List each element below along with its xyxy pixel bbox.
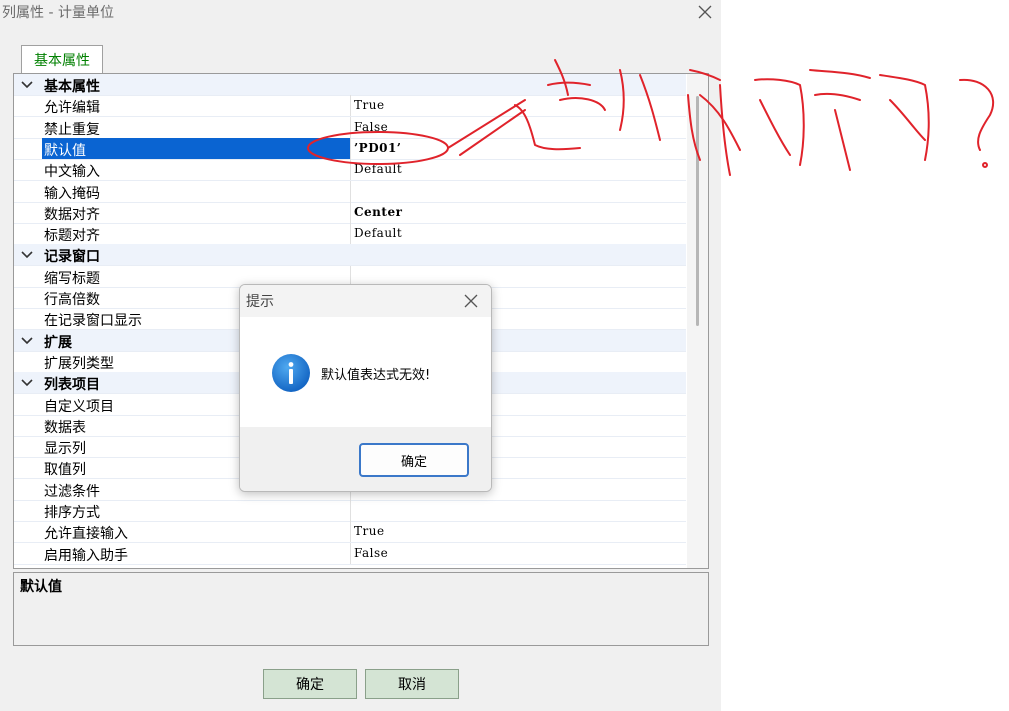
property-value[interactable]: Center <box>354 205 402 219</box>
column-separator <box>350 521 351 543</box>
property-row[interactable]: 允许编辑 True <box>14 95 686 118</box>
column-separator <box>350 500 351 521</box>
property-name: 取值列 <box>44 462 86 479</box>
property-name: 输入掩码 <box>44 185 100 202</box>
property-row[interactable]: 标题对齐 Default <box>14 223 686 246</box>
close-icon <box>464 294 478 308</box>
vertical-scrollbar[interactable] <box>687 74 708 568</box>
category-label: 记录窗口 <box>44 249 100 266</box>
window-close-button[interactable] <box>692 0 718 24</box>
tab-basic-properties[interactable]: 基本属性 <box>21 45 103 73</box>
property-name: 扩展列类型 <box>44 355 114 372</box>
column-separator <box>350 159 351 181</box>
property-name: 标题对齐 <box>44 228 100 245</box>
description-panel: 默认值 <box>13 572 709 646</box>
message-text: 默认值表达式无效! <box>321 368 431 383</box>
chevron-down-icon[interactable] <box>20 248 34 262</box>
message-box-ok-button[interactable]: 确定 <box>359 443 469 477</box>
property-name: 显示列 <box>44 441 86 458</box>
property-name: 自定义项目 <box>44 398 114 415</box>
property-name: 数据表 <box>44 419 86 436</box>
column-separator <box>350 95 351 117</box>
property-value[interactable]: Default <box>354 226 402 240</box>
column-separator <box>350 137 351 159</box>
category-label: 列表项目 <box>44 377 100 394</box>
scrollbar-thumb[interactable] <box>696 96 699 326</box>
column-separator <box>350 223 351 245</box>
property-name: 允许直接输入 <box>44 526 128 543</box>
category-row[interactable]: 基本属性 <box>14 74 686 96</box>
message-box-body: 默认值表达式无效! <box>240 317 491 427</box>
property-row[interactable]: 启用输入助手 False <box>14 542 686 565</box>
property-value[interactable]: True <box>354 524 385 538</box>
property-value[interactable]: Default <box>354 162 402 176</box>
column-separator <box>350 116 351 138</box>
property-row[interactable]: 默认值 ’PD01’ <box>14 137 686 160</box>
chevron-down-icon[interactable] <box>20 334 34 348</box>
category-label: 基本属性 <box>44 79 100 95</box>
message-box-close-button[interactable] <box>458 289 484 313</box>
property-row[interactable]: 允许直接输入 True <box>14 521 686 544</box>
property-name: 过滤条件 <box>44 483 100 500</box>
property-name: 行高倍数 <box>44 292 100 308</box>
description-title: 默认值 <box>20 579 62 595</box>
property-name: 默认值 <box>44 142 86 159</box>
property-row[interactable]: 数据对齐 Center <box>14 201 686 224</box>
property-name: 禁止重复 <box>44 121 100 138</box>
chevron-down-icon[interactable] <box>20 376 34 390</box>
message-box-titlebar: 提示 <box>240 285 491 317</box>
category-row[interactable]: 记录窗口 <box>14 244 686 267</box>
property-name: 允许编辑 <box>44 100 100 117</box>
property-row[interactable]: 禁止重复 False <box>14 116 686 139</box>
info-icon <box>272 354 310 392</box>
chevron-down-icon[interactable] <box>20 78 34 92</box>
property-name: 在记录窗口显示 <box>44 313 142 330</box>
property-name: 启用输入助手 <box>44 547 128 564</box>
cancel-button[interactable]: 取消 <box>365 669 459 699</box>
property-name: 缩写标题 <box>44 270 100 287</box>
property-row[interactable]: 输入掩码 <box>14 180 686 203</box>
property-value[interactable]: False <box>354 120 388 134</box>
property-name: 排序方式 <box>44 505 100 521</box>
property-value[interactable]: ’PD01’ <box>354 141 401 155</box>
property-name: 数据对齐 <box>44 206 100 223</box>
close-icon <box>698 5 712 19</box>
property-row[interactable]: 中文输入 Default <box>14 159 686 182</box>
property-row[interactable]: 排序方式 <box>14 500 686 522</box>
message-box-title: 提示 <box>246 294 274 310</box>
column-separator <box>350 180 351 202</box>
category-label: 扩展 <box>44 334 72 351</box>
property-name: 中文输入 <box>44 164 100 181</box>
column-separator <box>350 542 351 564</box>
property-name-cell <box>42 137 350 159</box>
column-separator <box>350 201 351 223</box>
message-box: 提示 默认值表达式无效! 确定 <box>239 284 492 492</box>
ok-button[interactable]: 确定 <box>263 669 357 699</box>
property-value[interactable]: False <box>354 546 388 560</box>
property-value[interactable]: True <box>354 98 385 112</box>
message-box-footer: 确定 <box>240 427 491 491</box>
window-title: 列属性 - 计量单位 <box>2 5 114 21</box>
